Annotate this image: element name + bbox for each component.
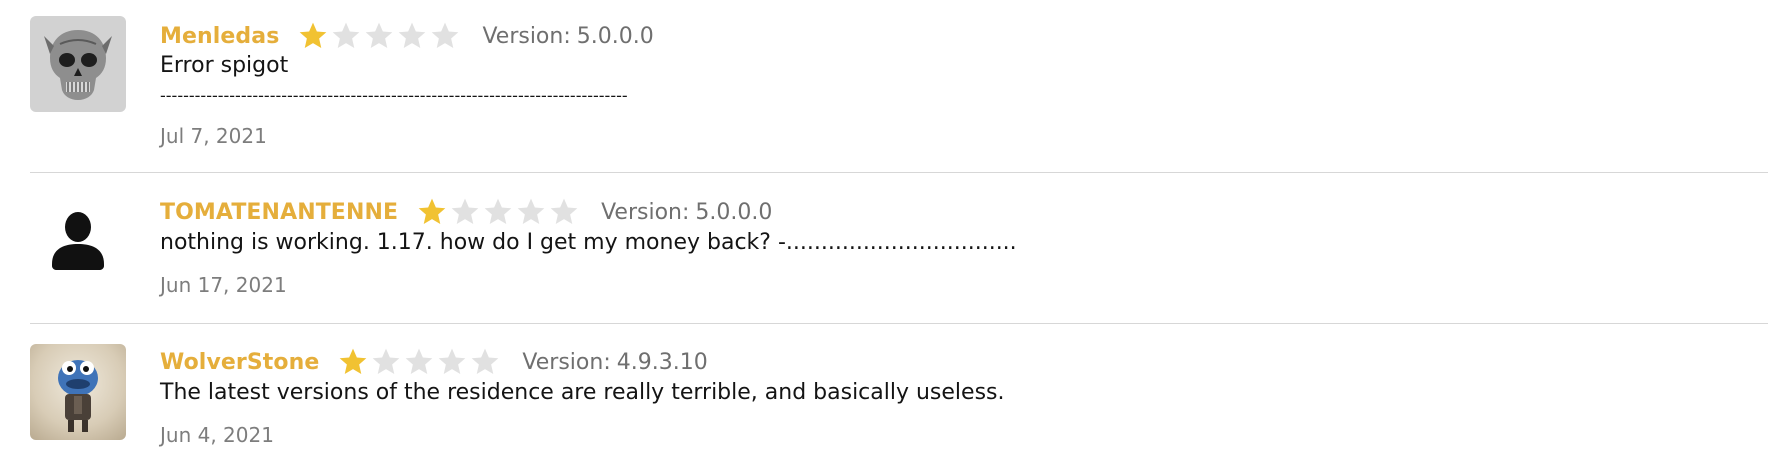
- star-empty-icon: [550, 198, 578, 224]
- user-silhouette-icon: [52, 212, 104, 270]
- review-meta: Menledas Version: 5.0.0.0: [160, 19, 654, 53]
- review-date[interactable]: Jul 7, 2021: [160, 124, 267, 148]
- review-meta: WolverStone Version: 4.9.3.10: [160, 345, 708, 379]
- star-empty-icon: [439, 348, 466, 374]
- star-filled-icon: [340, 348, 367, 374]
- review-meta: TOMATENANTENNE Version: 5.0.0.0: [160, 195, 772, 229]
- username-link[interactable]: Menledas: [160, 24, 279, 49]
- version-info: Version: 4.9.3.10: [522, 350, 707, 375]
- version-value: 5.0.0.0: [576, 23, 654, 49]
- avatar[interactable]: [30, 16, 126, 112]
- star-rating: [337, 346, 502, 378]
- version-value: 5.0.0.0: [695, 199, 773, 225]
- skull-icon: [44, 30, 112, 100]
- star-empty-icon: [432, 22, 459, 48]
- star-empty-icon: [484, 198, 512, 224]
- star-rating: [416, 196, 581, 228]
- review-message: nothing is working. 1.17. how do I get m…: [160, 230, 1017, 255]
- star-empty-icon: [517, 198, 545, 224]
- version-value: 4.9.3.10: [616, 349, 708, 375]
- username-link[interactable]: WolverStone: [160, 350, 319, 375]
- creature-icon: [58, 360, 98, 432]
- star-empty-icon: [366, 22, 393, 48]
- review-date[interactable]: Jun 17, 2021: [160, 273, 287, 297]
- username-link[interactable]: TOMATENANTENNE: [160, 200, 398, 225]
- star-filled-icon: [418, 198, 446, 224]
- version-label: Version:: [522, 349, 611, 375]
- version-label: Version:: [482, 23, 571, 49]
- star-filled-icon: [300, 22, 327, 48]
- divider: [30, 172, 1768, 173]
- divider: [30, 323, 1768, 324]
- avatar[interactable]: [30, 344, 126, 440]
- star-rating: [297, 20, 462, 52]
- version-info: Version: 5.0.0.0: [482, 24, 653, 49]
- review-message-extra: ----------------------------------------…: [160, 86, 628, 105]
- review-message: Error spigot: [160, 53, 289, 78]
- review-message: The latest versions of the residence are…: [160, 380, 1005, 405]
- star-empty-icon: [451, 198, 479, 224]
- review-date[interactable]: Jun 4, 2021: [160, 423, 274, 447]
- version-info: Version: 5.0.0.0: [601, 200, 772, 225]
- avatar[interactable]: [30, 194, 126, 290]
- star-empty-icon: [472, 348, 499, 374]
- star-empty-icon: [373, 348, 400, 374]
- star-empty-icon: [399, 22, 426, 48]
- version-label: Version:: [601, 199, 690, 225]
- star-empty-icon: [333, 22, 360, 48]
- star-empty-icon: [406, 348, 433, 374]
